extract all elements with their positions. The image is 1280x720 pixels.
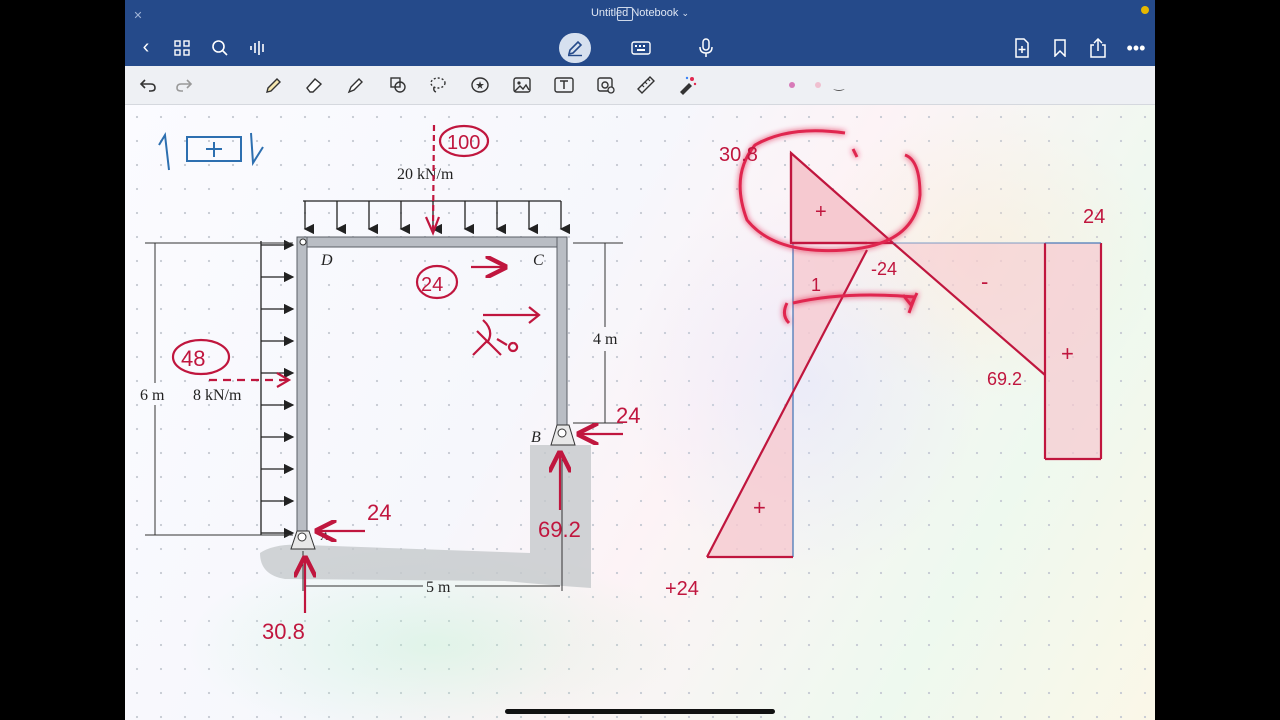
- status-dot-icon: [1141, 6, 1149, 14]
- diagram-mid-label: -24: [871, 259, 897, 279]
- internal-force-diagrams: [706, 129, 1103, 559]
- color-dot-icon[interactable]: [789, 82, 795, 88]
- diagram-left-bottom-label: +24: [665, 578, 699, 600]
- sticker-icon[interactable]: [469, 74, 491, 96]
- one-label: 1: [811, 275, 821, 295]
- lasso-icon[interactable]: [427, 74, 449, 96]
- undo-icon[interactable]: [137, 74, 159, 96]
- ruler-icon[interactable]: [635, 74, 657, 96]
- bookmark-icon[interactable]: [1049, 36, 1071, 60]
- nav-bar: ‹ •••: [125, 30, 1155, 66]
- window-layout-icon[interactable]: [617, 7, 633, 21]
- grid-icon[interactable]: [171, 37, 193, 59]
- camera-icon[interactable]: [595, 74, 617, 96]
- page-drawing: 20 kN/m 8 kN/m 6 m 4 m 5 m D C B A 100 4…: [140, 124, 1105, 644]
- image-icon[interactable]: [511, 74, 533, 96]
- textbox-icon[interactable]: [553, 74, 575, 96]
- pen-icon[interactable]: [263, 74, 285, 96]
- redo-icon[interactable]: [173, 74, 195, 96]
- plus-sign: +: [753, 495, 766, 520]
- top-load-arrows: [303, 200, 571, 235]
- document-title[interactable]: Untitled Notebook ⌄: [125, 7, 1155, 19]
- notes-app: ✕ Untitled Notebook ⌄ ‹ ••• ‿ 20 kN/m 8 …: [125, 0, 1155, 720]
- back-icon[interactable]: ‹: [135, 36, 157, 58]
- minus-sign: -: [981, 269, 988, 294]
- diagram-left-top-label: 30.8: [719, 144, 758, 166]
- width-dimension: 5 m: [426, 579, 451, 596]
- share-icon[interactable]: [1087, 36, 1109, 60]
- add-page-icon[interactable]: [1011, 36, 1033, 60]
- member-force-label: 24: [421, 274, 443, 296]
- blue-sketch: [158, 131, 264, 171]
- plus-sign: +: [815, 201, 827, 223]
- joint-c-label: C: [533, 252, 544, 269]
- plus-sign: +: [1061, 341, 1074, 366]
- joint-d-label: D: [320, 252, 333, 269]
- title-bar: ✕ Untitled Notebook ⌄: [125, 0, 1155, 30]
- notebook-page[interactable]: 20 kN/m 8 kN/m 6 m 4 m 5 m D C B A 100 4…: [125, 105, 1155, 720]
- keyboard-icon[interactable]: [629, 37, 653, 59]
- height-dimension: 6 m: [140, 387, 165, 404]
- color-dot-icon[interactable]: [815, 82, 821, 88]
- pen-mode-icon[interactable]: [559, 33, 591, 63]
- left-resultant-label: 48: [181, 346, 205, 371]
- stroke-size-icon[interactable]: ‿: [829, 76, 849, 92]
- audio-wave-icon[interactable]: [247, 37, 269, 59]
- laser-pointer-icon[interactable]: [675, 74, 699, 96]
- search-icon[interactable]: [209, 37, 231, 59]
- shapes-icon[interactable]: [387, 74, 409, 96]
- more-icon[interactable]: •••: [1125, 36, 1147, 60]
- diagram-right-top-label: 24: [1083, 206, 1105, 228]
- joint-b-label: B: [531, 429, 541, 446]
- reaction-b-vertical-label: 69.2: [538, 517, 581, 542]
- reaction-b-horizontal-label: 24: [616, 403, 640, 428]
- left-load-label: 8 kN/m: [193, 387, 242, 404]
- chevron-down-icon: ⌄: [681, 8, 690, 18]
- diagram-right-value-label: 69.2: [987, 369, 1022, 389]
- microphone-icon[interactable]: [695, 36, 717, 60]
- reaction-a-vertical-label: 30.8: [262, 619, 305, 644]
- home-indicator[interactable]: [505, 709, 775, 714]
- top-resultant-label: 100: [447, 132, 480, 154]
- left-load-arrows: [260, 239, 295, 539]
- right-dimension: 4 m: [593, 331, 618, 348]
- reaction-a-horizontal-label: 24: [367, 500, 391, 525]
- highlighter-icon[interactable]: [345, 74, 367, 96]
- eraser-icon[interactable]: [303, 74, 325, 96]
- top-load-label: 20 kN/m: [397, 166, 454, 183]
- tool-bar: ‿: [125, 66, 1155, 105]
